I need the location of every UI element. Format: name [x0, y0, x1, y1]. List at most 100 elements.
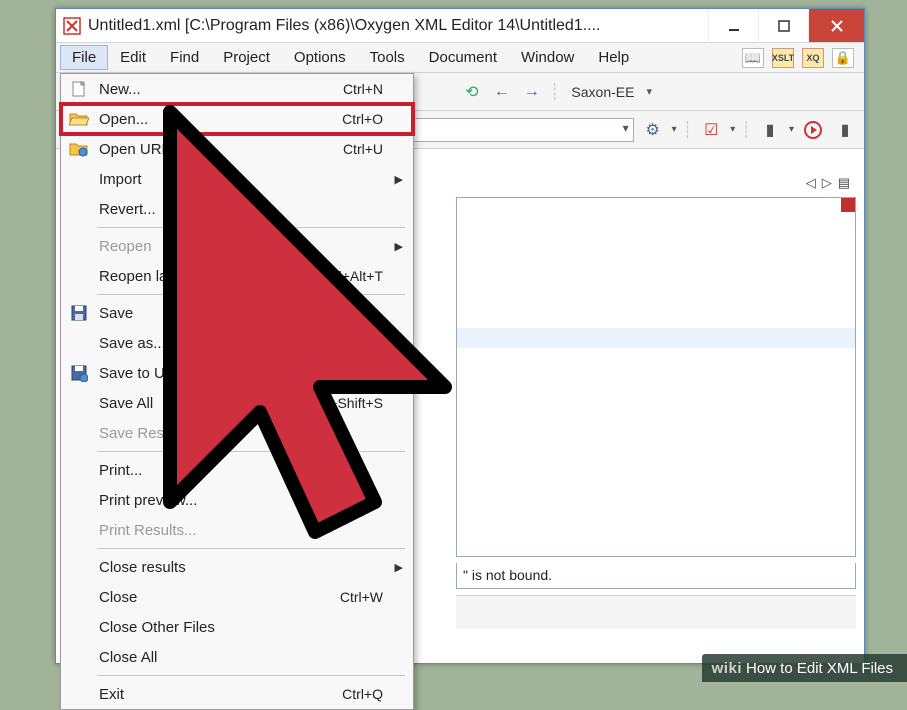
menu-accelerator: Ctrl+Alt+T	[320, 268, 413, 284]
menu-item-exit[interactable]: ExitCtrl+Q	[61, 679, 413, 709]
menu-item-save-results: Save Results...	[61, 418, 413, 448]
menu-help[interactable]: Help	[586, 45, 641, 70]
menu-label: Reopen last closed editor	[97, 268, 320, 285]
save-url-icon	[61, 364, 97, 382]
menu-label: Save	[97, 305, 413, 322]
column-icon[interactable]: ▮	[757, 117, 783, 143]
menu-tools[interactable]: Tools	[358, 45, 417, 70]
menu-label: Close	[97, 589, 340, 606]
menu-separator	[97, 227, 405, 228]
editor-area[interactable]	[456, 197, 856, 557]
menu-separator	[97, 548, 405, 549]
book-icon[interactable]: 📖	[742, 48, 764, 68]
caption-wiki: wiki	[712, 660, 742, 677]
play-icon[interactable]	[800, 117, 826, 143]
status-bar: " is not bound.	[456, 563, 856, 589]
nav-left-icon[interactable]: ◁	[806, 175, 816, 191]
menu-item-close-all[interactable]: Close All	[61, 642, 413, 672]
menu-label: Open...	[97, 111, 342, 128]
gear-icon[interactable]: ⚙	[640, 117, 666, 143]
menu-item-open[interactable]: Open...Ctrl+O	[61, 104, 413, 134]
menu-item-save-all[interactable]: Save AllCtrl+Shift+S	[61, 388, 413, 418]
menu-item-reopen-last-closed-editor[interactable]: Reopen last closed editorCtrl+Alt+T	[61, 261, 413, 291]
menu-label: Save to URL...	[97, 365, 413, 382]
menu-label: Save as...	[97, 335, 413, 352]
menu-item-save-as[interactable]: Save as...	[61, 328, 413, 358]
menu-item-print-preview[interactable]: Print preview...	[61, 485, 413, 515]
menubar-right-icons: 📖 XSLT XQ 🔒	[742, 48, 860, 68]
menu-project[interactable]: Project	[211, 45, 282, 70]
menu-label: Open URL...	[97, 141, 343, 158]
menu-accelerator: Ctrl+U	[343, 141, 413, 157]
menu-accelerator: Ctrl+Q	[342, 686, 413, 702]
menu-accelerator: Ctrl+O	[342, 111, 413, 127]
menu-accelerator: Ctrl+N	[343, 81, 413, 97]
status-text: " is not bound.	[463, 567, 552, 583]
open-url-icon	[61, 141, 97, 157]
menu-label: New...	[97, 81, 343, 98]
menu-item-open-url[interactable]: Open URL...Ctrl+U	[61, 134, 413, 164]
window-buttons	[708, 9, 864, 42]
menu-item-save-to-url[interactable]: Save to URL...	[61, 358, 413, 388]
menu-item-new[interactable]: New...Ctrl+N	[61, 74, 413, 104]
open-icon	[61, 111, 97, 127]
minimize-button[interactable]	[708, 9, 758, 42]
close-button[interactable]	[808, 9, 864, 42]
xpath-combo[interactable]	[384, 118, 634, 142]
forward-arrow-icon[interactable]: →	[520, 80, 544, 104]
lock-icon[interactable]: 🔒	[832, 48, 854, 68]
error-marker[interactable]	[841, 198, 855, 212]
menu-label: Close Other Files	[97, 619, 413, 636]
menu-separator	[97, 451, 405, 452]
menu-item-print[interactable]: Print...	[61, 455, 413, 485]
menu-bar: File Edit Find Project Options Tools Doc…	[56, 43, 864, 73]
nav-list-icon[interactable]: ▤	[838, 175, 850, 191]
window-title: Untitled1.xml [C:\Program Files (x86)\Ox…	[82, 17, 708, 35]
menu-item-revert[interactable]: Revert...	[61, 194, 413, 224]
nav-right-icon[interactable]: ▷	[822, 175, 832, 191]
caption-text: How to Edit XML Files	[746, 660, 893, 677]
app-icon	[62, 16, 82, 36]
submenu-arrow-icon: ▶	[395, 561, 403, 574]
menu-item-close-other-files[interactable]: Close Other Files	[61, 612, 413, 642]
column2-icon[interactable]: ▮	[832, 117, 858, 143]
menu-label: Print...	[97, 462, 413, 479]
app-window: Untitled1.xml [C:\Program Files (x86)\Ox…	[55, 8, 865, 664]
menu-item-close[interactable]: CloseCtrl+W	[61, 582, 413, 612]
save-icon	[61, 304, 97, 322]
processor-label[interactable]: Saxon-EE	[565, 84, 640, 100]
maximize-button[interactable]	[758, 9, 808, 42]
menu-window[interactable]: Window	[509, 45, 586, 70]
menu-label: Save All	[97, 395, 308, 412]
menu-item-import[interactable]: Import▶	[61, 164, 413, 194]
title-bar: Untitled1.xml [C:\Program Files (x86)\Ox…	[56, 9, 864, 43]
validate-icon[interactable]: ☑	[698, 117, 724, 143]
tutorial-caption: wiki How to Edit XML Files	[702, 654, 907, 682]
menu-item-close-results[interactable]: Close results▶	[61, 552, 413, 582]
menu-file[interactable]: File	[60, 45, 108, 70]
bottom-panel	[456, 595, 856, 629]
refresh-icon[interactable]: ⟲	[460, 80, 484, 104]
menu-label: Print preview...	[97, 492, 413, 509]
xq-icon[interactable]: XQ	[802, 48, 824, 68]
menu-label: Revert...	[97, 201, 413, 218]
menu-item-print-results: Print Results...	[61, 515, 413, 545]
nav-arrows: ◁ ▷ ▤	[806, 175, 850, 191]
menu-label: Import	[97, 171, 413, 188]
submenu-arrow-icon: ▶	[395, 173, 403, 186]
menu-label: Close All	[97, 649, 413, 666]
submenu-arrow-icon: ▶	[395, 240, 403, 253]
menu-find[interactable]: Find	[158, 45, 211, 70]
editor-current-line	[457, 328, 855, 348]
menu-label: Save Results...	[97, 425, 413, 442]
new-icon	[61, 80, 97, 98]
menu-item-save[interactable]: Save	[61, 298, 413, 328]
back-arrow-icon[interactable]: ←	[490, 80, 514, 104]
xslt-icon[interactable]: XSLT	[772, 48, 794, 68]
menu-label: Close results	[97, 559, 413, 576]
menu-options[interactable]: Options	[282, 45, 358, 70]
menu-document[interactable]: Document	[417, 45, 509, 70]
file-menu-dropdown: New...Ctrl+NOpen...Ctrl+OOpen URL...Ctrl…	[60, 73, 414, 710]
menu-edit[interactable]: Edit	[108, 45, 158, 70]
menu-item-reopen: Reopen▶	[61, 231, 413, 261]
